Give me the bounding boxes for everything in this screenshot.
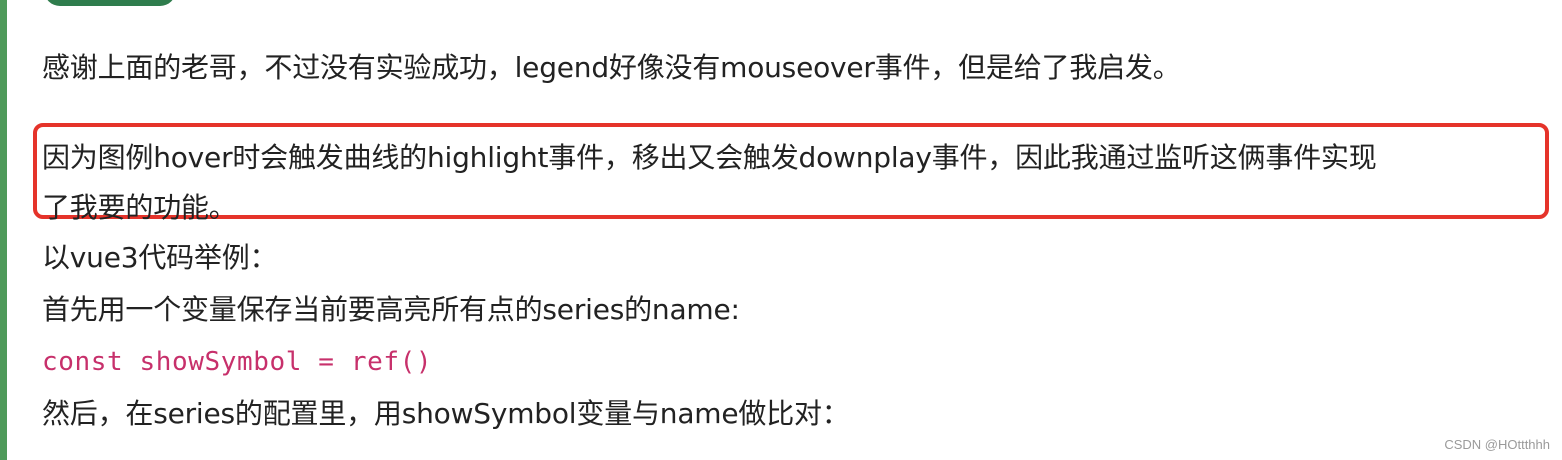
comment-line-5: 首先用一个变量保存当前要高亮所有点的series的name: (42, 293, 740, 326)
csdn-watermark: CSDN @HOttthhh (1444, 437, 1550, 452)
comment-line-2: 因为图例hover时会触发曲线的highlight事件，移出又会触发downpl… (42, 141, 1377, 174)
comment-line-3: 了我要的功能。 (42, 191, 237, 224)
comment-line-6: 然后，在series的配置里，用showSymbol变量与name做比对： (42, 397, 850, 430)
left-accent-border (0, 0, 7, 460)
comment-line-4: 以vue3代码举例： (42, 241, 278, 274)
code-snippet: const showSymbol = ref() (42, 347, 433, 377)
green-tab-button[interactable] (44, 0, 176, 6)
comment-line-1: 感谢上面的老哥，不过没有实验成功，legend好像没有mouseover事件，但… (42, 51, 1181, 84)
